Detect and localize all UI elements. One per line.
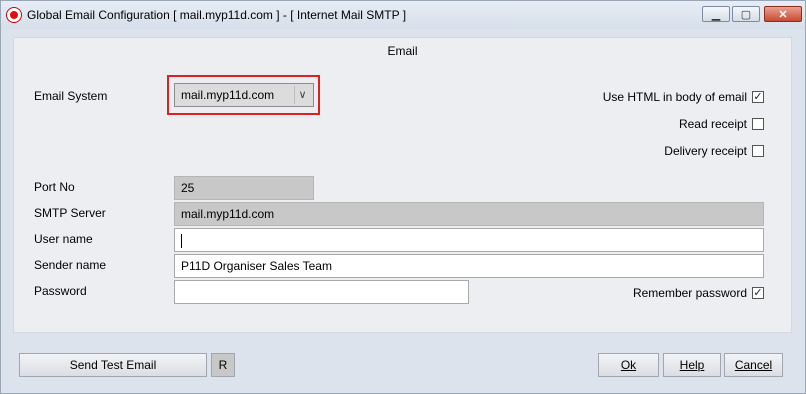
remember-password-checkbox[interactable]: ✓ xyxy=(752,287,764,299)
remember-password-label: Remember password xyxy=(632,286,747,300)
sender-name-field[interactable]: P11D Organiser Sales Team xyxy=(174,254,764,278)
ok-button[interactable]: Ok xyxy=(598,353,659,377)
dialog-window: Global Email Configuration [ mail.myp11d… xyxy=(0,0,806,394)
sender-name-label: Sender name xyxy=(34,258,107,272)
close-icon: ✕ xyxy=(778,8,788,21)
help-label: Help xyxy=(679,358,705,372)
maximize-button[interactable]: ▢ xyxy=(732,6,760,22)
password-field[interactable] xyxy=(174,280,469,304)
title-bar: Global Email Configuration [ mail.myp11d… xyxy=(1,1,805,29)
smtp-label: SMTP Server xyxy=(34,206,106,220)
app-logo-icon xyxy=(7,8,21,22)
maximize-icon: ▢ xyxy=(740,8,752,21)
panel-title: Email xyxy=(387,44,418,58)
email-system-value: mail.myp11d.com xyxy=(181,88,275,102)
minimize-icon: ▁ xyxy=(711,8,721,21)
window-title: Global Email Configuration [ mail.myp11d… xyxy=(27,8,407,22)
send-test-email-button[interactable]: Send Test Email xyxy=(19,353,207,377)
delivery-receipt-label: Delivery receipt xyxy=(664,144,747,158)
r-button[interactable]: R xyxy=(211,353,235,377)
ok-label: Ok xyxy=(620,358,637,372)
email-system-label: Email System xyxy=(34,89,108,103)
cancel-button[interactable]: Cancel xyxy=(724,353,783,377)
port-label: Port No xyxy=(34,180,75,194)
chevron-down-icon[interactable]: ∨ xyxy=(294,86,310,104)
user-name-field[interactable] xyxy=(174,228,764,252)
check-icon: ✓ xyxy=(753,91,763,103)
html-body-checkbox[interactable]: ✓ xyxy=(752,91,764,103)
help-button[interactable]: Help xyxy=(663,353,721,377)
check-icon: ✓ xyxy=(753,287,763,299)
read-receipt-checkbox[interactable] xyxy=(752,118,764,130)
close-button[interactable]: ✕ xyxy=(764,6,802,22)
cancel-label: Cancel xyxy=(734,358,773,372)
delivery-receipt-checkbox[interactable] xyxy=(752,145,764,157)
email-panel: Email Email System mail.myp11d.com ∨ Use… xyxy=(13,37,792,333)
smtp-server-field[interactable]: mail.myp11d.com xyxy=(174,202,764,226)
read-receipt-label: Read receipt xyxy=(678,117,747,131)
email-system-select[interactable]: mail.myp11d.com ∨ xyxy=(174,83,314,107)
html-body-label: Use HTML in body of email xyxy=(602,90,747,104)
minimize-button[interactable]: ▁ xyxy=(702,6,730,22)
user-name-label: User name xyxy=(34,232,93,246)
port-field[interactable]: 25 xyxy=(174,176,314,200)
password-label: Password xyxy=(34,284,87,298)
text-cursor xyxy=(181,233,182,248)
